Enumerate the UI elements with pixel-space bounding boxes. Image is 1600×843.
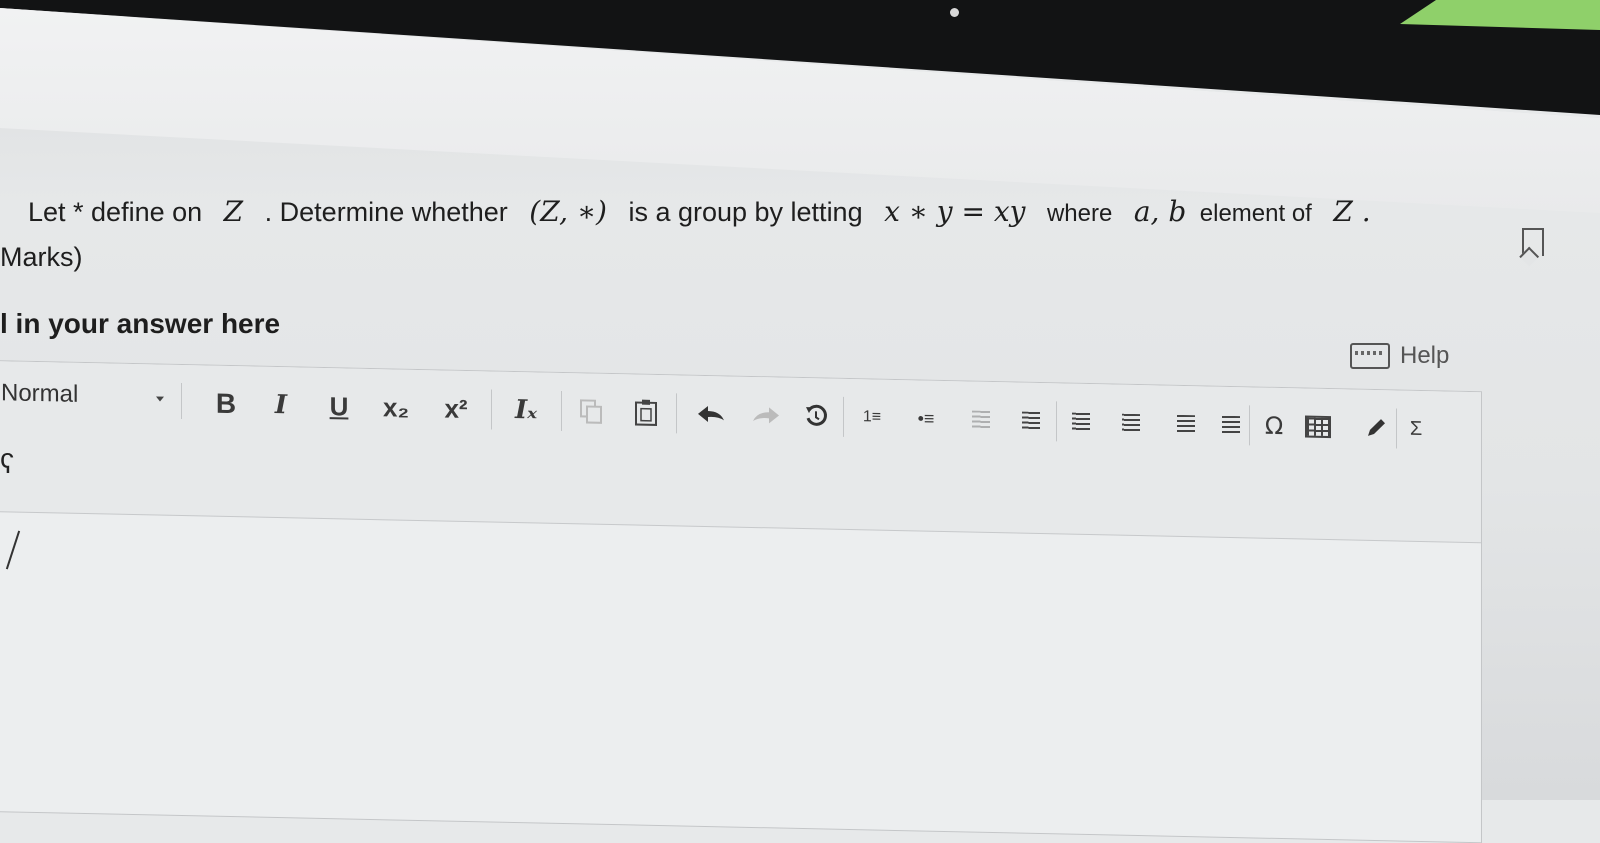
toolbar-separator — [843, 396, 844, 437]
copy-icon[interactable] — [576, 393, 606, 430]
answer-label: l in your answer here — [0, 308, 281, 339]
paste-icon[interactable] — [631, 394, 661, 431]
redo-icon[interactable] — [746, 397, 786, 434]
webcam-dot — [950, 8, 959, 17]
bullet-list-button[interactable]: •≡ — [911, 400, 941, 437]
pencil-icon[interactable] — [1361, 410, 1391, 447]
align-left-icon[interactable] — [1066, 404, 1096, 441]
align-center-icon[interactable] — [1116, 405, 1146, 442]
question-part-4: where — [1046, 200, 1113, 227]
operation-formula: x ∗ y = xy — [884, 195, 1026, 228]
table-icon[interactable] — [1303, 409, 1333, 446]
clear-format-button[interactable]: Iₓ — [506, 392, 546, 429]
question-part-5: element of — [1199, 200, 1312, 227]
group-pair: (Z, ∗) — [529, 195, 607, 228]
equation-button[interactable]: Σ — [1401, 411, 1431, 448]
elements-ab: a, b — [1133, 195, 1187, 228]
chevron-down-icon — [156, 396, 164, 402]
superscript-button[interactable]: x² — [436, 390, 476, 427]
toolbar-separator — [1249, 405, 1250, 446]
underline-button[interactable]: U — [324, 388, 354, 425]
format-select-value: Normal — [1, 379, 79, 408]
help-button[interactable]: Help — [1350, 342, 1449, 370]
toolbar-separator — [1056, 401, 1057, 442]
toolbar-separator — [491, 389, 492, 430]
question-text: Let * define on Z . Determine whether (Z… — [28, 195, 1508, 228]
help-label: Help — [1400, 342, 1450, 369]
keyboard-icon — [1350, 343, 1390, 369]
question-part-2: . Determine whether — [264, 197, 508, 227]
toolbar-separator — [676, 393, 677, 434]
align-justify-icon[interactable] — [1216, 407, 1246, 444]
toolbar-separator — [1396, 408, 1397, 449]
special-character-button[interactable]: Ω — [1256, 408, 1292, 445]
history-icon[interactable] — [801, 398, 831, 435]
toolbar-separator — [561, 390, 562, 431]
editor-side-marker: ʕ — [0, 448, 14, 479]
rich-text-editor[interactable]: Normal B I U x₂ x² Iₓ 1≡ •≡ Ω Σ — [0, 360, 1482, 843]
editor-toolbar: Normal B I U x₂ x² Iₓ 1≡ •≡ Ω Σ — [0, 361, 1481, 544]
question-part-3: is a group by letting — [628, 197, 863, 227]
ordered-list-button[interactable]: 1≡ — [857, 399, 887, 436]
set-z-end: Z . — [1333, 195, 1371, 228]
outdent-icon[interactable] — [966, 401, 996, 438]
bold-button[interactable]: B — [211, 386, 241, 423]
set-z: Z — [223, 195, 244, 228]
question-marks: Marks) — [0, 242, 83, 272]
align-right-icon[interactable] — [1171, 406, 1201, 443]
format-select[interactable]: Normal — [1, 379, 182, 420]
indent-icon[interactable] — [1016, 402, 1046, 439]
question-part-1: Let * define on — [28, 197, 203, 227]
subscript-button[interactable]: x₂ — [376, 389, 416, 426]
undo-icon[interactable] — [691, 396, 731, 433]
italic-button[interactable]: I — [266, 387, 296, 424]
flag-question-icon[interactable] — [1522, 228, 1544, 256]
